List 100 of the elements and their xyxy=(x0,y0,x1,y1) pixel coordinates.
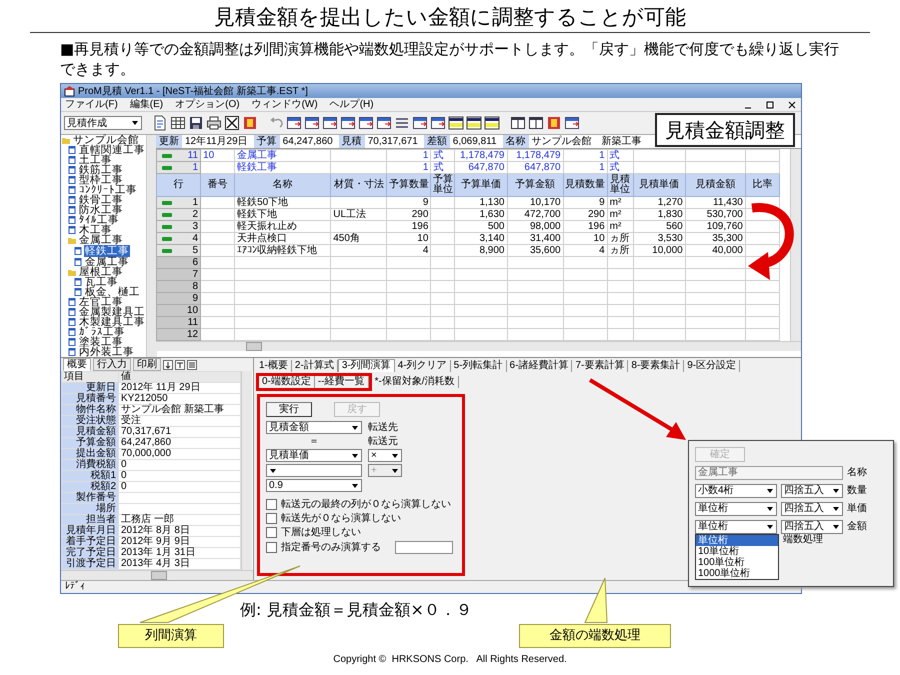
tab[interactable]: 3-列間演算 xyxy=(338,359,395,372)
dropdown[interactable]: 四捨五入 xyxy=(781,484,843,498)
scrollbar[interactable] xyxy=(241,371,252,570)
scrollbar[interactable] xyxy=(790,149,801,341)
dropdown[interactable] xyxy=(266,464,362,477)
dropdown[interactable]: 見積金額 xyxy=(266,421,362,434)
menu-item[interactable]: オプション(O) xyxy=(175,99,240,110)
tree-item[interactable]: 瓦工事 xyxy=(84,277,119,287)
tab[interactable]: 印刷 xyxy=(133,358,161,371)
dropdown[interactable]: 小数4桁 xyxy=(695,484,777,498)
property-value: 70,317,671 xyxy=(118,426,240,438)
input-field[interactable]: 金属工事 xyxy=(695,466,843,480)
table-icon[interactable] xyxy=(170,115,186,131)
tree-item[interactable]: 軽鉄工事 xyxy=(84,245,130,257)
x-box-icon[interactable] xyxy=(224,115,240,131)
tree-item[interactable]: 塗装工事 xyxy=(78,337,124,347)
scrollbar[interactable] xyxy=(61,570,253,580)
document-icon[interactable] xyxy=(152,115,168,131)
tree-item[interactable]: 木工事 xyxy=(78,225,113,235)
restore-icon[interactable] xyxy=(765,100,775,110)
stripes-icon[interactable] xyxy=(448,115,464,131)
tree-item[interactable]: ｶﾞﾗｽ工事 xyxy=(78,327,126,337)
column-header: 値 xyxy=(118,372,240,382)
table-cell: 10 xyxy=(386,232,431,244)
dropdown-option[interactable]: 単位桁 xyxy=(696,535,778,546)
tree-item[interactable]: 内外装工事 xyxy=(78,347,135,357)
stripes-icon[interactable] xyxy=(484,115,500,131)
tab[interactable]: 概要 xyxy=(63,358,91,371)
input-field[interactable] xyxy=(395,541,453,554)
table-cell: m² xyxy=(607,208,634,220)
tab[interactable]: *-保留対象/消耗数 xyxy=(372,376,459,388)
tab[interactable]: 行入力 xyxy=(93,358,131,371)
document-icon xyxy=(68,226,76,234)
dropdown-option[interactable]: 1000単位桁 xyxy=(696,568,778,579)
checkbox[interactable] xyxy=(266,513,277,524)
tree-item[interactable]: 鉄筋工事 xyxy=(78,165,124,175)
mode-dropdown[interactable]: 見積作成 xyxy=(64,116,142,130)
dropdown[interactable]: 単位桁 xyxy=(695,502,777,516)
tree-item[interactable]: 左官工事 xyxy=(78,297,124,307)
table-cell: 530,700 xyxy=(685,208,746,220)
sort-icon[interactable] xyxy=(163,360,173,370)
document-icon xyxy=(74,258,82,266)
checkbox[interactable] xyxy=(266,499,277,510)
menu-item[interactable]: ウィンドウ(W) xyxy=(252,99,318,110)
close-icon[interactable] xyxy=(787,100,797,110)
tab[interactable]: 8-要素集計 xyxy=(628,360,684,372)
tab[interactable]: 7-要素計算 xyxy=(572,360,628,372)
row-number: 3 xyxy=(192,221,198,232)
stripes-icon[interactable] xyxy=(466,115,482,131)
property-label: 引渡予定日 xyxy=(62,558,118,570)
dropdown[interactable]: × xyxy=(368,449,402,462)
dropdown[interactable]: 四捨五入 xyxy=(781,502,843,516)
window-icon[interactable] xyxy=(510,115,526,131)
list-icon[interactable] xyxy=(187,360,197,370)
dropdown[interactable]: 0.9 xyxy=(266,479,362,492)
property-value: 64,247,860 xyxy=(118,438,240,448)
tree-item[interactable]: 直轄関連工事 xyxy=(78,145,146,155)
tree-item[interactable]: 板金、樋工 xyxy=(84,287,141,297)
tree-item[interactable]: 金属工事 xyxy=(84,257,130,267)
tab[interactable]: 4-列クリア xyxy=(394,360,451,372)
property-value: 受注 xyxy=(118,416,240,426)
tree-item[interactable]: 土工事 xyxy=(78,155,113,165)
dropdown[interactable]: 四捨五入 xyxy=(781,520,843,534)
tree-item[interactable]: 防水工事 xyxy=(78,205,124,215)
checkbox[interactable] xyxy=(266,542,277,553)
tab[interactable]: --経費一覧 xyxy=(314,376,369,388)
tab[interactable]: 9-区分設定 xyxy=(684,360,740,372)
tree-item[interactable]: 屋根工事 xyxy=(78,267,124,277)
row-number: 9 xyxy=(192,293,198,304)
menu-item[interactable]: ヘルプ(H) xyxy=(330,99,374,110)
table-cell: 290 xyxy=(563,208,608,220)
tree-item[interactable]: 型枠工事 xyxy=(78,175,124,185)
dropdown[interactable]: 見積単価 xyxy=(266,449,362,462)
tree-item[interactable]: ｺﾝｸﾘｰﾄ工事 xyxy=(78,185,138,195)
menu-item[interactable]: 編集(E) xyxy=(130,99,164,110)
dropdown-list[interactable]: 単位桁 10単位桁 100単位桁 1000単位桁 xyxy=(695,534,779,580)
dropdown-option[interactable]: 10単位桁 xyxy=(696,546,778,557)
scrollbar[interactable] xyxy=(156,341,801,351)
scrollbar[interactable] xyxy=(146,135,157,357)
grid-icon[interactable] xyxy=(175,360,185,370)
tree-item[interactable]: 鉄骨工事 xyxy=(78,195,124,205)
checkbox[interactable] xyxy=(266,527,277,538)
printer-icon[interactable] xyxy=(206,115,222,131)
tree-item[interactable]: ﾀｲﾙ工事 xyxy=(78,215,120,225)
tree-item[interactable]: サンプル会館 xyxy=(72,135,140,145)
window-icon[interactable] xyxy=(528,115,544,131)
tree-item[interactable]: 金属工事 xyxy=(78,235,124,245)
tab[interactable]: 5-列転集計 xyxy=(450,360,507,372)
action-button[interactable]: 実行 xyxy=(266,402,312,417)
table-cell: m² xyxy=(607,220,634,232)
dropdown[interactable]: 単位桁 xyxy=(695,520,777,534)
property-label: 更新日 xyxy=(62,382,118,394)
tree-item[interactable]: 木製建具工事 xyxy=(78,317,146,327)
dropdown-option[interactable]: 100単位桁 xyxy=(696,557,778,568)
tab[interactable]: 6-諸経費計算 xyxy=(506,360,572,372)
tree-item[interactable]: 金属製建具工 xyxy=(78,307,146,317)
table-cell: 10 xyxy=(563,232,608,244)
menu-item[interactable]: ファイル(F) xyxy=(65,99,118,110)
tab[interactable]: 1-概要 xyxy=(256,360,292,372)
tab[interactable]: 0-端数設定 xyxy=(259,376,315,388)
